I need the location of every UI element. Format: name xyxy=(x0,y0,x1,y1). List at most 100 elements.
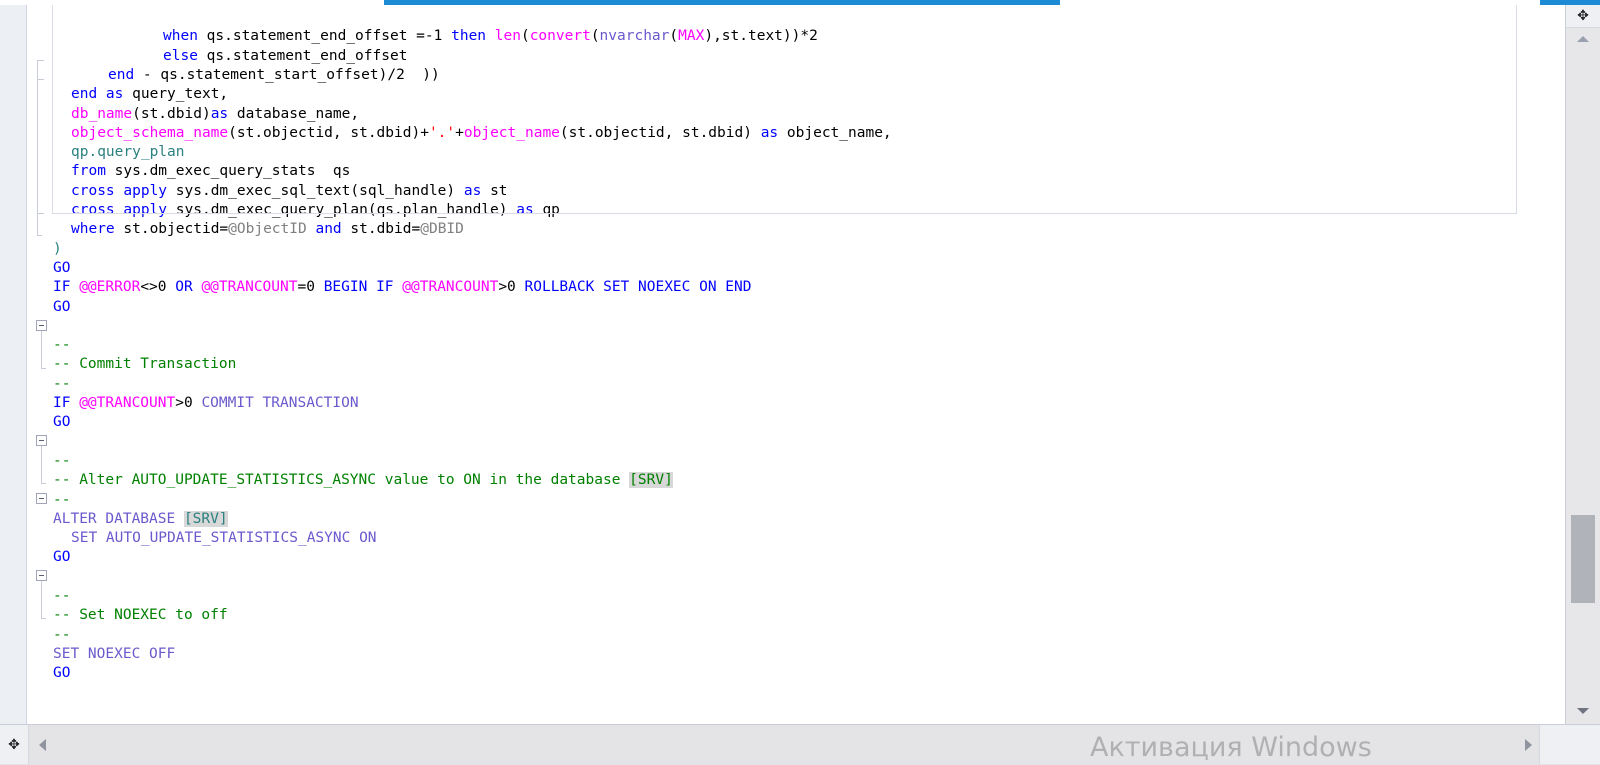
code-token: st.objectid= xyxy=(123,221,229,238)
code-token: ( xyxy=(590,28,600,45)
code-token: OR xyxy=(175,279,202,296)
code-token: @@TRANCOUNT xyxy=(402,279,499,296)
code-token: @@TRANCOUNT xyxy=(201,279,298,296)
code-line-text: db_name(st.dbid)as database_name, xyxy=(53,105,359,124)
fold-connector xyxy=(37,60,38,235)
code-token: when xyxy=(163,28,207,45)
code-token: apply xyxy=(123,182,176,199)
code-token: -- Set NOEXEC to off xyxy=(53,607,228,624)
sql-editor-window: when qs.statement_end_offset =-1 then le… xyxy=(0,0,1600,765)
code-token: cross xyxy=(71,202,124,218)
code-token: st xyxy=(490,182,508,199)
code-line-text: -- xyxy=(53,587,70,606)
scroll-down-icon[interactable] xyxy=(1566,701,1600,721)
code-token: [SRV] xyxy=(183,510,228,527)
code-token: sys.dm_exec_query_plan(qs.plan_handle) xyxy=(175,202,517,218)
code-line-text: IF @@TRANCOUNT>0 COMMIT TRANSACTION xyxy=(53,394,359,413)
code-token: @@TRANCOUNT xyxy=(79,395,176,411)
code-token: 2 xyxy=(396,66,405,83)
code-token: = xyxy=(297,279,307,296)
code-line-text: end as query_text, xyxy=(53,85,228,104)
code-line-text: -- xyxy=(53,375,70,394)
fold-connector xyxy=(41,446,42,483)
code-line-text: -- xyxy=(53,626,70,645)
scrollbar-corner xyxy=(1539,725,1600,764)
fold-foot xyxy=(41,368,46,369)
fold-toggle-set-noexec[interactable] xyxy=(36,570,47,581)
code-line-text: where st.objectid=@ObjectID and st.dbid=… xyxy=(53,220,464,239)
code-token: ,st.text))*2 xyxy=(713,28,818,45)
code-line-text: when qs.statement_end_offset =-1 then le… xyxy=(53,27,818,46)
code-line-text: end - qs.statement_start_offset)/2 )) xyxy=(53,66,440,85)
code-token: > xyxy=(175,395,184,411)
code-token: ) xyxy=(704,28,714,45)
code-token: IF xyxy=(53,395,80,411)
code-line-text: IF @@ERROR<>0 OR @@TRANCOUNT=0 BEGIN IF … xyxy=(53,278,752,297)
code-token: ROLLBACK SET NOEXEC ON END xyxy=(524,279,752,296)
code-token: ALTER DATABASE xyxy=(53,510,184,527)
code-token: - qs.statement_start_offset)/ xyxy=(142,66,397,83)
fold-foot xyxy=(41,483,46,484)
code-line-text: object_schema_name(st.objectid, st.dbid)… xyxy=(53,124,892,143)
code-line-text: -- Alter AUTO_UPDATE_STATISTICS_ASYNC va… xyxy=(53,471,673,490)
split-horizontal-icon[interactable]: ✥ xyxy=(0,725,29,764)
split-vertical-icon[interactable]: ✥ xyxy=(1566,5,1600,28)
code-token: then xyxy=(451,28,495,45)
fold-toggle-alter-comment[interactable] xyxy=(36,435,47,446)
code-token: st.dbid= xyxy=(350,221,421,238)
code-token: end xyxy=(71,86,106,103)
code-line-text: ALTER DATABASE [SRV] xyxy=(53,510,228,529)
code-token: -1 xyxy=(424,28,443,45)
code-token: 0 xyxy=(183,395,193,411)
code-line-text: else qs.statement_end_offset xyxy=(53,47,407,66)
code-token: as xyxy=(210,105,237,122)
fold-toggle-alter-database[interactable] xyxy=(36,493,47,504)
code-token: 0 xyxy=(306,279,315,296)
code-line-text: GO xyxy=(53,548,70,567)
code-token: else xyxy=(163,47,207,64)
code-token: as xyxy=(516,202,543,218)
fold-toggle-commit-transaction[interactable] xyxy=(36,320,47,331)
vertical-scrollbar[interactable]: ✥ xyxy=(1540,5,1600,725)
code-text-surface[interactable]: when qs.statement_end_offset =-1 then le… xyxy=(0,5,1540,725)
code-token: ( xyxy=(520,28,530,45)
code-token: -- xyxy=(53,491,71,508)
code-token: qp xyxy=(542,202,560,218)
code-editor[interactable]: when qs.statement_end_offset =-1 then le… xyxy=(0,5,1540,725)
code-token: ) xyxy=(53,240,62,257)
code-line-text: -- xyxy=(53,336,70,355)
scroll-right-icon[interactable] xyxy=(1516,725,1540,764)
code-token: -- xyxy=(53,626,71,643)
code-token: -- xyxy=(53,588,71,604)
code-line-text: -- xyxy=(53,452,70,471)
code-token: SET AUTO_UPDATE_STATISTICS_ASYNC ON xyxy=(71,530,377,547)
code-token: sys.dm_exec_sql_text(sql_handle) xyxy=(175,182,464,199)
code-token: where xyxy=(71,221,124,238)
scrollbar-gap xyxy=(1540,5,1566,725)
code-token: query_text, xyxy=(132,86,229,103)
code-line-text: GO xyxy=(53,259,70,278)
vertical-scroll-thumb[interactable] xyxy=(1571,515,1595,603)
horizontal-scrollbar[interactable]: ✥ xyxy=(0,724,1600,765)
code-line-text: -- Commit Transaction xyxy=(53,355,236,374)
code-token: convert xyxy=(529,28,591,45)
vertical-scrollbar-track[interactable]: ✥ xyxy=(1565,5,1600,725)
code-token: object_name xyxy=(463,124,560,141)
code-line-text: cross apply sys.dm_exec_sql_text(sql_han… xyxy=(53,182,508,201)
code-token: SET NOEXEC OFF xyxy=(53,645,176,662)
code-token: '.' xyxy=(428,124,456,141)
code-token: + xyxy=(455,124,464,141)
code-token: object_schema_name xyxy=(71,124,229,141)
code-token: end xyxy=(108,66,143,83)
scroll-left-icon[interactable] xyxy=(30,725,54,764)
code-token: ( xyxy=(669,28,679,45)
code-token: GO xyxy=(53,298,71,315)
code-token: GO xyxy=(53,414,71,431)
code-token: qs.statement_end_offset xyxy=(206,47,408,64)
scroll-up-icon[interactable] xyxy=(1566,29,1600,49)
code-token: <> xyxy=(140,279,158,296)
code-line-text: cross apply sys.dm_exec_query_plan(qs.pl… xyxy=(53,201,560,220)
